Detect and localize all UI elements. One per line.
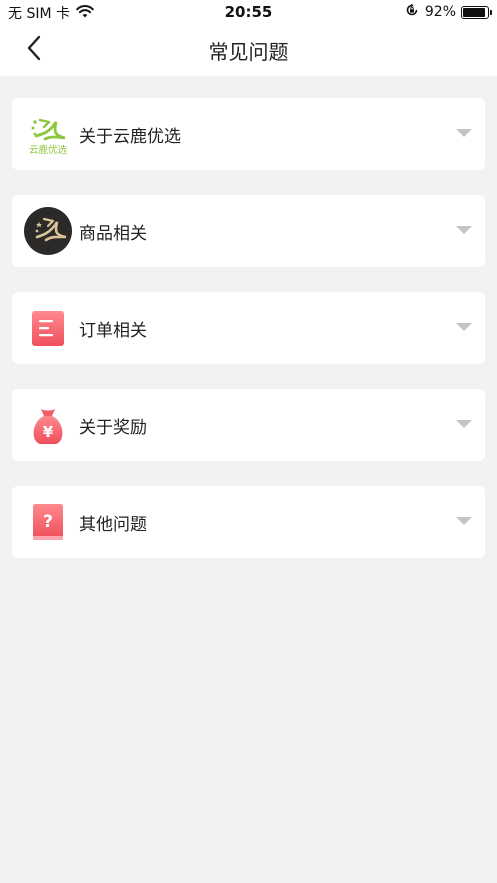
faq-item-label: 订单相关 xyxy=(79,321,147,341)
order-list-icon xyxy=(24,304,72,352)
caret-down-icon xyxy=(456,517,472,525)
page-title: 常见问题 xyxy=(208,40,289,64)
caret-down-icon xyxy=(456,226,472,234)
faq-item-orders[interactable]: 订单相关 xyxy=(12,292,485,364)
caret-down-icon xyxy=(456,129,472,137)
faq-item-about-yunlu[interactable]: 云鹿优选 关于云鹿优选 xyxy=(12,98,485,170)
money-bag-icon: ¥ xyxy=(24,401,72,449)
battery-level xyxy=(463,7,486,17)
battery-cap xyxy=(490,9,492,15)
logo-wordmark: 云鹿优选 xyxy=(29,144,68,156)
faq-category-list: 云鹿优选 关于云鹿优选 商品相关 订单相关 ¥ 关于奖励 ? 其他问题 xyxy=(12,98,485,583)
yen-glyph: ¥ xyxy=(43,423,54,441)
deer-logo-dark-icon xyxy=(24,207,72,255)
faq-item-other[interactable]: ? 其他问题 xyxy=(12,486,485,558)
yunlu-logo-icon: 云鹿优选 xyxy=(24,110,72,158)
battery-percent: 92% xyxy=(424,4,456,20)
nav-bar: 常见问题 xyxy=(0,26,497,76)
caret-down-icon xyxy=(456,323,472,331)
faq-item-label: 商品相关 xyxy=(79,224,147,244)
faq-item-label: 关于云鹿优选 xyxy=(79,127,181,147)
status-bar: 无 SIM 卡 20:55 92% xyxy=(0,0,497,26)
question-book-icon: ? xyxy=(24,498,72,546)
faq-item-rewards[interactable]: ¥ 关于奖励 xyxy=(12,389,485,461)
faq-item-products[interactable]: 商品相关 xyxy=(12,195,485,267)
rotation-lock-icon xyxy=(405,3,419,21)
question-glyph: ? xyxy=(43,512,53,532)
status-right: 92% xyxy=(405,3,492,21)
battery-icon xyxy=(461,5,492,19)
caret-down-icon xyxy=(456,420,472,428)
faq-item-label: 其他问题 xyxy=(79,515,147,535)
faq-item-label: 关于奖励 xyxy=(79,418,147,438)
